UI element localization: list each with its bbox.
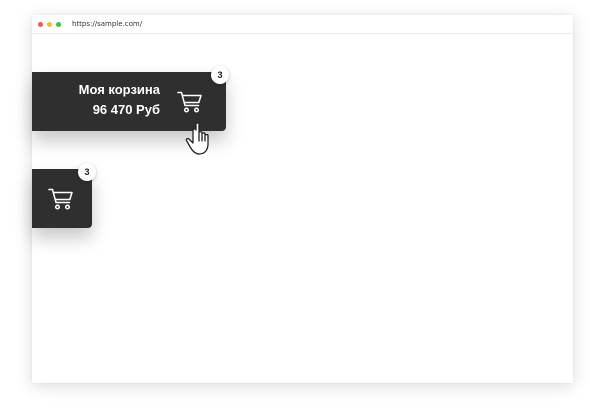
address-bar[interactable]: https://sample.com/ <box>72 20 142 29</box>
cart-count-badge: 3 <box>211 66 229 84</box>
cart-title: Моя корзина <box>78 82 160 97</box>
cart-widget-collapsed[interactable]: 3 <box>32 163 96 228</box>
close-window-button[interactable] <box>38 22 43 27</box>
minimize-window-button[interactable] <box>47 22 52 27</box>
maximize-window-button[interactable] <box>56 22 61 27</box>
browser-titlebar: https://sample.com/ <box>32 15 573 34</box>
page-content: Моя корзина 96 470 Руб 3 3 <box>32 35 573 383</box>
cart-total: 96 470 Руб <box>92 102 160 117</box>
cart-widget-expanded[interactable]: Моя корзина 96 470 Руб 3 <box>32 66 229 131</box>
browser-window: https://sample.com/ Моя корзина 96 470 Р… <box>32 15 573 383</box>
cart-count-badge: 3 <box>78 163 96 181</box>
shopping-cart-icon <box>48 187 74 211</box>
shopping-cart-icon <box>177 90 203 114</box>
